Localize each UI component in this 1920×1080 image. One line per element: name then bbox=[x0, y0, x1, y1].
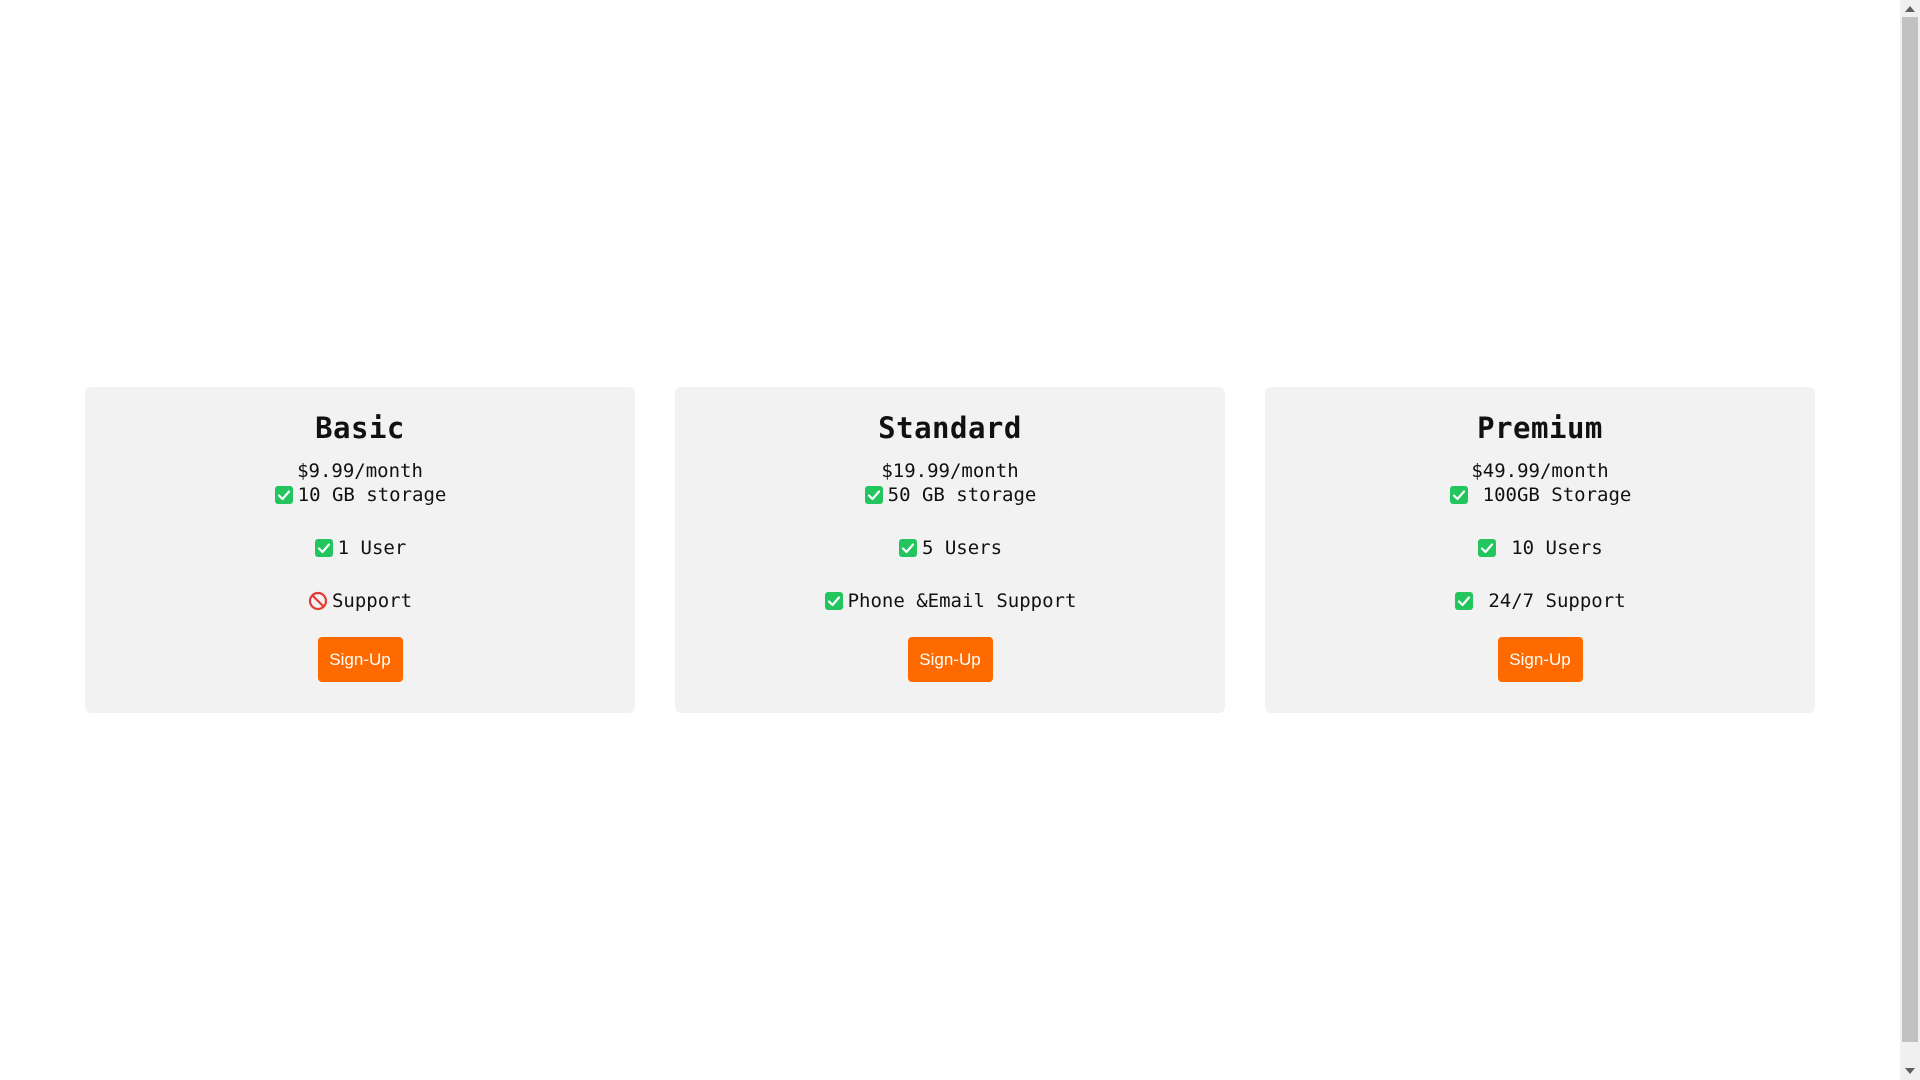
feature-item: 10 Users bbox=[1265, 536, 1815, 560]
feature-item: 1 User bbox=[85, 536, 635, 560]
signup-button[interactable]: Sign-Up bbox=[1497, 637, 1583, 682]
feature-text: 24/7 Support bbox=[1488, 590, 1626, 612]
check-icon bbox=[1454, 591, 1474, 611]
vertical-scrollbar[interactable] bbox=[1900, 0, 1920, 1080]
feature-text: 5 Users bbox=[921, 537, 1003, 559]
plan-price: $9.99/month bbox=[297, 460, 423, 482]
feature-item: Phone &Email Support bbox=[675, 589, 1225, 613]
check-icon bbox=[824, 591, 844, 611]
plan-price: $49.99/month bbox=[1471, 460, 1609, 482]
scroll-down-arrow-icon[interactable] bbox=[1905, 1068, 1915, 1074]
feature-item: 5 Users bbox=[675, 536, 1225, 560]
signup-button[interactable]: Sign-Up bbox=[907, 637, 993, 682]
pricing-card-basic: Basic $9.99/month 10 GB storage 1 User S… bbox=[85, 387, 635, 713]
feature-text: Phone &Email Support bbox=[847, 590, 1077, 612]
feature-item: 100GB Storage bbox=[1265, 483, 1815, 507]
feature-text: 100GB Storage bbox=[1482, 484, 1632, 506]
check-icon bbox=[1449, 485, 1469, 505]
plan-name: Standard bbox=[878, 411, 1022, 445]
plan-name: Premium bbox=[1477, 411, 1603, 445]
check-icon bbox=[314, 538, 334, 558]
feature-text: Support bbox=[331, 590, 413, 612]
pricing-page: Basic $9.99/month 10 GB storage 1 User S… bbox=[0, 0, 1900, 1080]
feature-text: 10 Users bbox=[1511, 537, 1603, 559]
feature-item: 50 GB storage bbox=[675, 483, 1225, 507]
feature-text: 1 User bbox=[337, 537, 407, 559]
feature-item: Support bbox=[85, 589, 635, 613]
scrollbar-thumb[interactable] bbox=[1902, 17, 1918, 1042]
signup-button[interactable]: Sign-Up bbox=[317, 637, 403, 682]
check-icon bbox=[898, 538, 918, 558]
plan-price: $19.99/month bbox=[881, 460, 1019, 482]
feature-text: 10 GB storage bbox=[297, 484, 447, 506]
pricing-card-standard: Standard $19.99/month 50 GB storage 5 Us… bbox=[675, 387, 1225, 713]
feature-item: 24/7 Support bbox=[1265, 589, 1815, 613]
pricing-card-premium: Premium $49.99/month 100GB Storage 10 Us… bbox=[1265, 387, 1815, 713]
feature-text: 50 GB storage bbox=[887, 484, 1037, 506]
check-icon bbox=[1477, 538, 1497, 558]
plan-name: Basic bbox=[315, 411, 405, 445]
check-icon bbox=[864, 485, 884, 505]
check-icon bbox=[274, 485, 294, 505]
feature-item: 10 GB storage bbox=[85, 483, 635, 507]
prohibited-icon bbox=[308, 591, 328, 611]
scroll-up-arrow-icon[interactable] bbox=[1905, 6, 1915, 12]
